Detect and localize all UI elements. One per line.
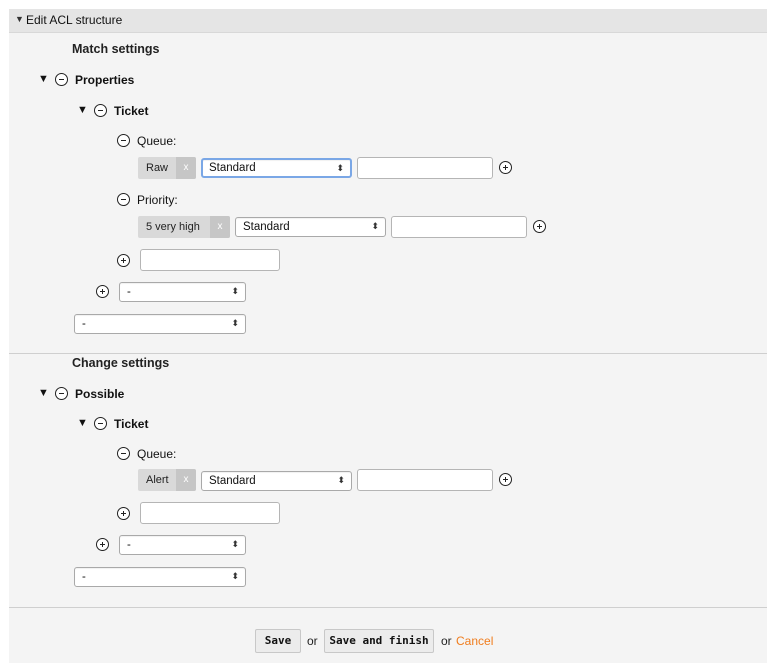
queue-tag-remove-button[interactable]: x — [176, 469, 196, 491]
properties-expand-icon[interactable]: ▼ — [38, 73, 49, 85]
priority-tag-text: 5 very high — [146, 221, 200, 233]
save-button[interactable]: Save — [255, 629, 301, 653]
change-subsection-select[interactable]: - ⬍ — [119, 535, 246, 555]
select-arrows-icon: ⬍ — [336, 163, 344, 173]
collapsible-header[interactable]: ▼ Edit ACL structure — [9, 9, 767, 33]
select-arrows-icon: ⬍ — [337, 475, 345, 485]
select-arrows-icon: ⬍ — [371, 221, 379, 231]
properties-remove-icon[interactable] — [55, 73, 68, 86]
queue-tag-text: Alert — [146, 474, 169, 486]
collapse-triangle-icon[interactable]: ▼ — [15, 14, 24, 24]
change-group-select[interactable]: - ⬍ — [74, 567, 246, 587]
priority-remove-icon[interactable] — [117, 193, 130, 206]
queue-value-tag: Raw x — [138, 157, 196, 179]
or-text: or — [441, 634, 452, 648]
select-arrows-icon: ⬍ — [231, 539, 239, 549]
ticket-remove-icon[interactable] — [94, 417, 107, 430]
queue-value-input[interactable] — [357, 157, 493, 179]
select-arrows-icon: ⬍ — [231, 571, 239, 581]
add-field-icon[interactable] — [117, 507, 130, 520]
ticket-label: Ticket — [114, 417, 149, 431]
queue-value-tag: Alert x — [138, 469, 196, 491]
queue-operator-select[interactable]: Standard ⬍ — [201, 471, 352, 491]
match-group-select[interactable]: - ⬍ — [74, 314, 246, 334]
add-subsection-icon[interactable] — [96, 285, 109, 298]
cancel-link[interactable]: Cancel — [456, 634, 493, 648]
ticket-expand-icon[interactable]: ▼ — [77, 104, 88, 116]
or-text: or — [307, 634, 318, 648]
priority-value-tag: 5 very high x — [138, 216, 230, 238]
footer-divider — [9, 607, 767, 608]
queue-label: Queue: — [137, 447, 177, 461]
ticket-remove-icon[interactable] — [94, 104, 107, 117]
header-title: Edit ACL structure — [26, 13, 123, 27]
change-group-value: - — [82, 571, 86, 583]
ticket-label: Ticket — [114, 104, 149, 118]
possible-label: Possible — [75, 387, 125, 401]
queue-operator-select[interactable]: Standard ⬍ — [201, 158, 352, 178]
queue-operator-value: Standard — [209, 162, 256, 174]
match-subsection-select[interactable]: - ⬍ — [119, 282, 246, 302]
add-field-icon[interactable] — [117, 254, 130, 267]
section-divider — [9, 353, 767, 354]
priority-add-value-icon[interactable] — [533, 220, 546, 233]
new-field-input[interactable] — [140, 502, 280, 524]
priority-operator-select[interactable]: Standard ⬍ — [235, 217, 386, 237]
queue-remove-icon[interactable] — [117, 134, 130, 147]
priority-tag-remove-button[interactable]: x — [210, 216, 230, 238]
priority-label: Priority: — [137, 193, 178, 207]
change-subsection-value: - — [127, 539, 131, 551]
queue-value-input[interactable] — [357, 469, 493, 491]
add-subsection-icon[interactable] — [96, 538, 109, 551]
queue-add-value-icon[interactable] — [499, 161, 512, 174]
queue-add-value-icon[interactable] — [499, 473, 512, 486]
ticket-expand-icon[interactable]: ▼ — [77, 417, 88, 429]
queue-operator-value: Standard — [209, 475, 256, 487]
queue-remove-icon[interactable] — [117, 447, 130, 460]
match-group-value: - — [82, 318, 86, 330]
possible-remove-icon[interactable] — [55, 387, 68, 400]
select-arrows-icon: ⬍ — [231, 286, 239, 296]
new-field-input[interactable] — [140, 249, 280, 271]
match-subsection-value: - — [127, 286, 131, 298]
queue-tag-text: Raw — [146, 162, 169, 174]
queue-tag-remove-button[interactable]: x — [176, 157, 196, 179]
possible-expand-icon[interactable]: ▼ — [38, 387, 49, 399]
properties-label: Properties — [75, 73, 135, 87]
queue-label: Queue: — [137, 134, 177, 148]
change-settings-title: Change settings — [72, 356, 170, 370]
save-and-finish-button[interactable]: Save and finish — [324, 629, 434, 653]
priority-value-input[interactable] — [391, 216, 527, 238]
priority-operator-value: Standard — [243, 221, 290, 233]
select-arrows-icon: ⬍ — [231, 318, 239, 328]
match-settings-title: Match settings — [72, 42, 160, 56]
